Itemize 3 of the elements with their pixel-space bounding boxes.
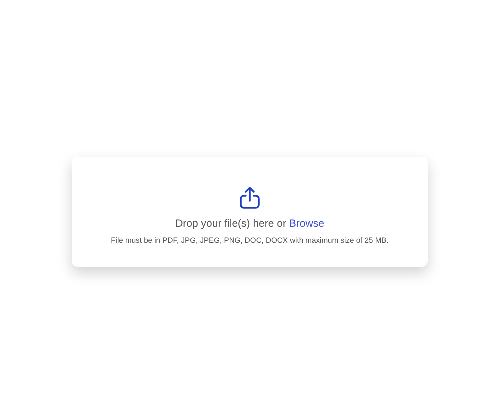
browse-link[interactable]: Browse (289, 218, 324, 230)
drop-instruction: Drop your file(s) here or Browse (176, 218, 324, 230)
upload-icon (238, 186, 262, 210)
